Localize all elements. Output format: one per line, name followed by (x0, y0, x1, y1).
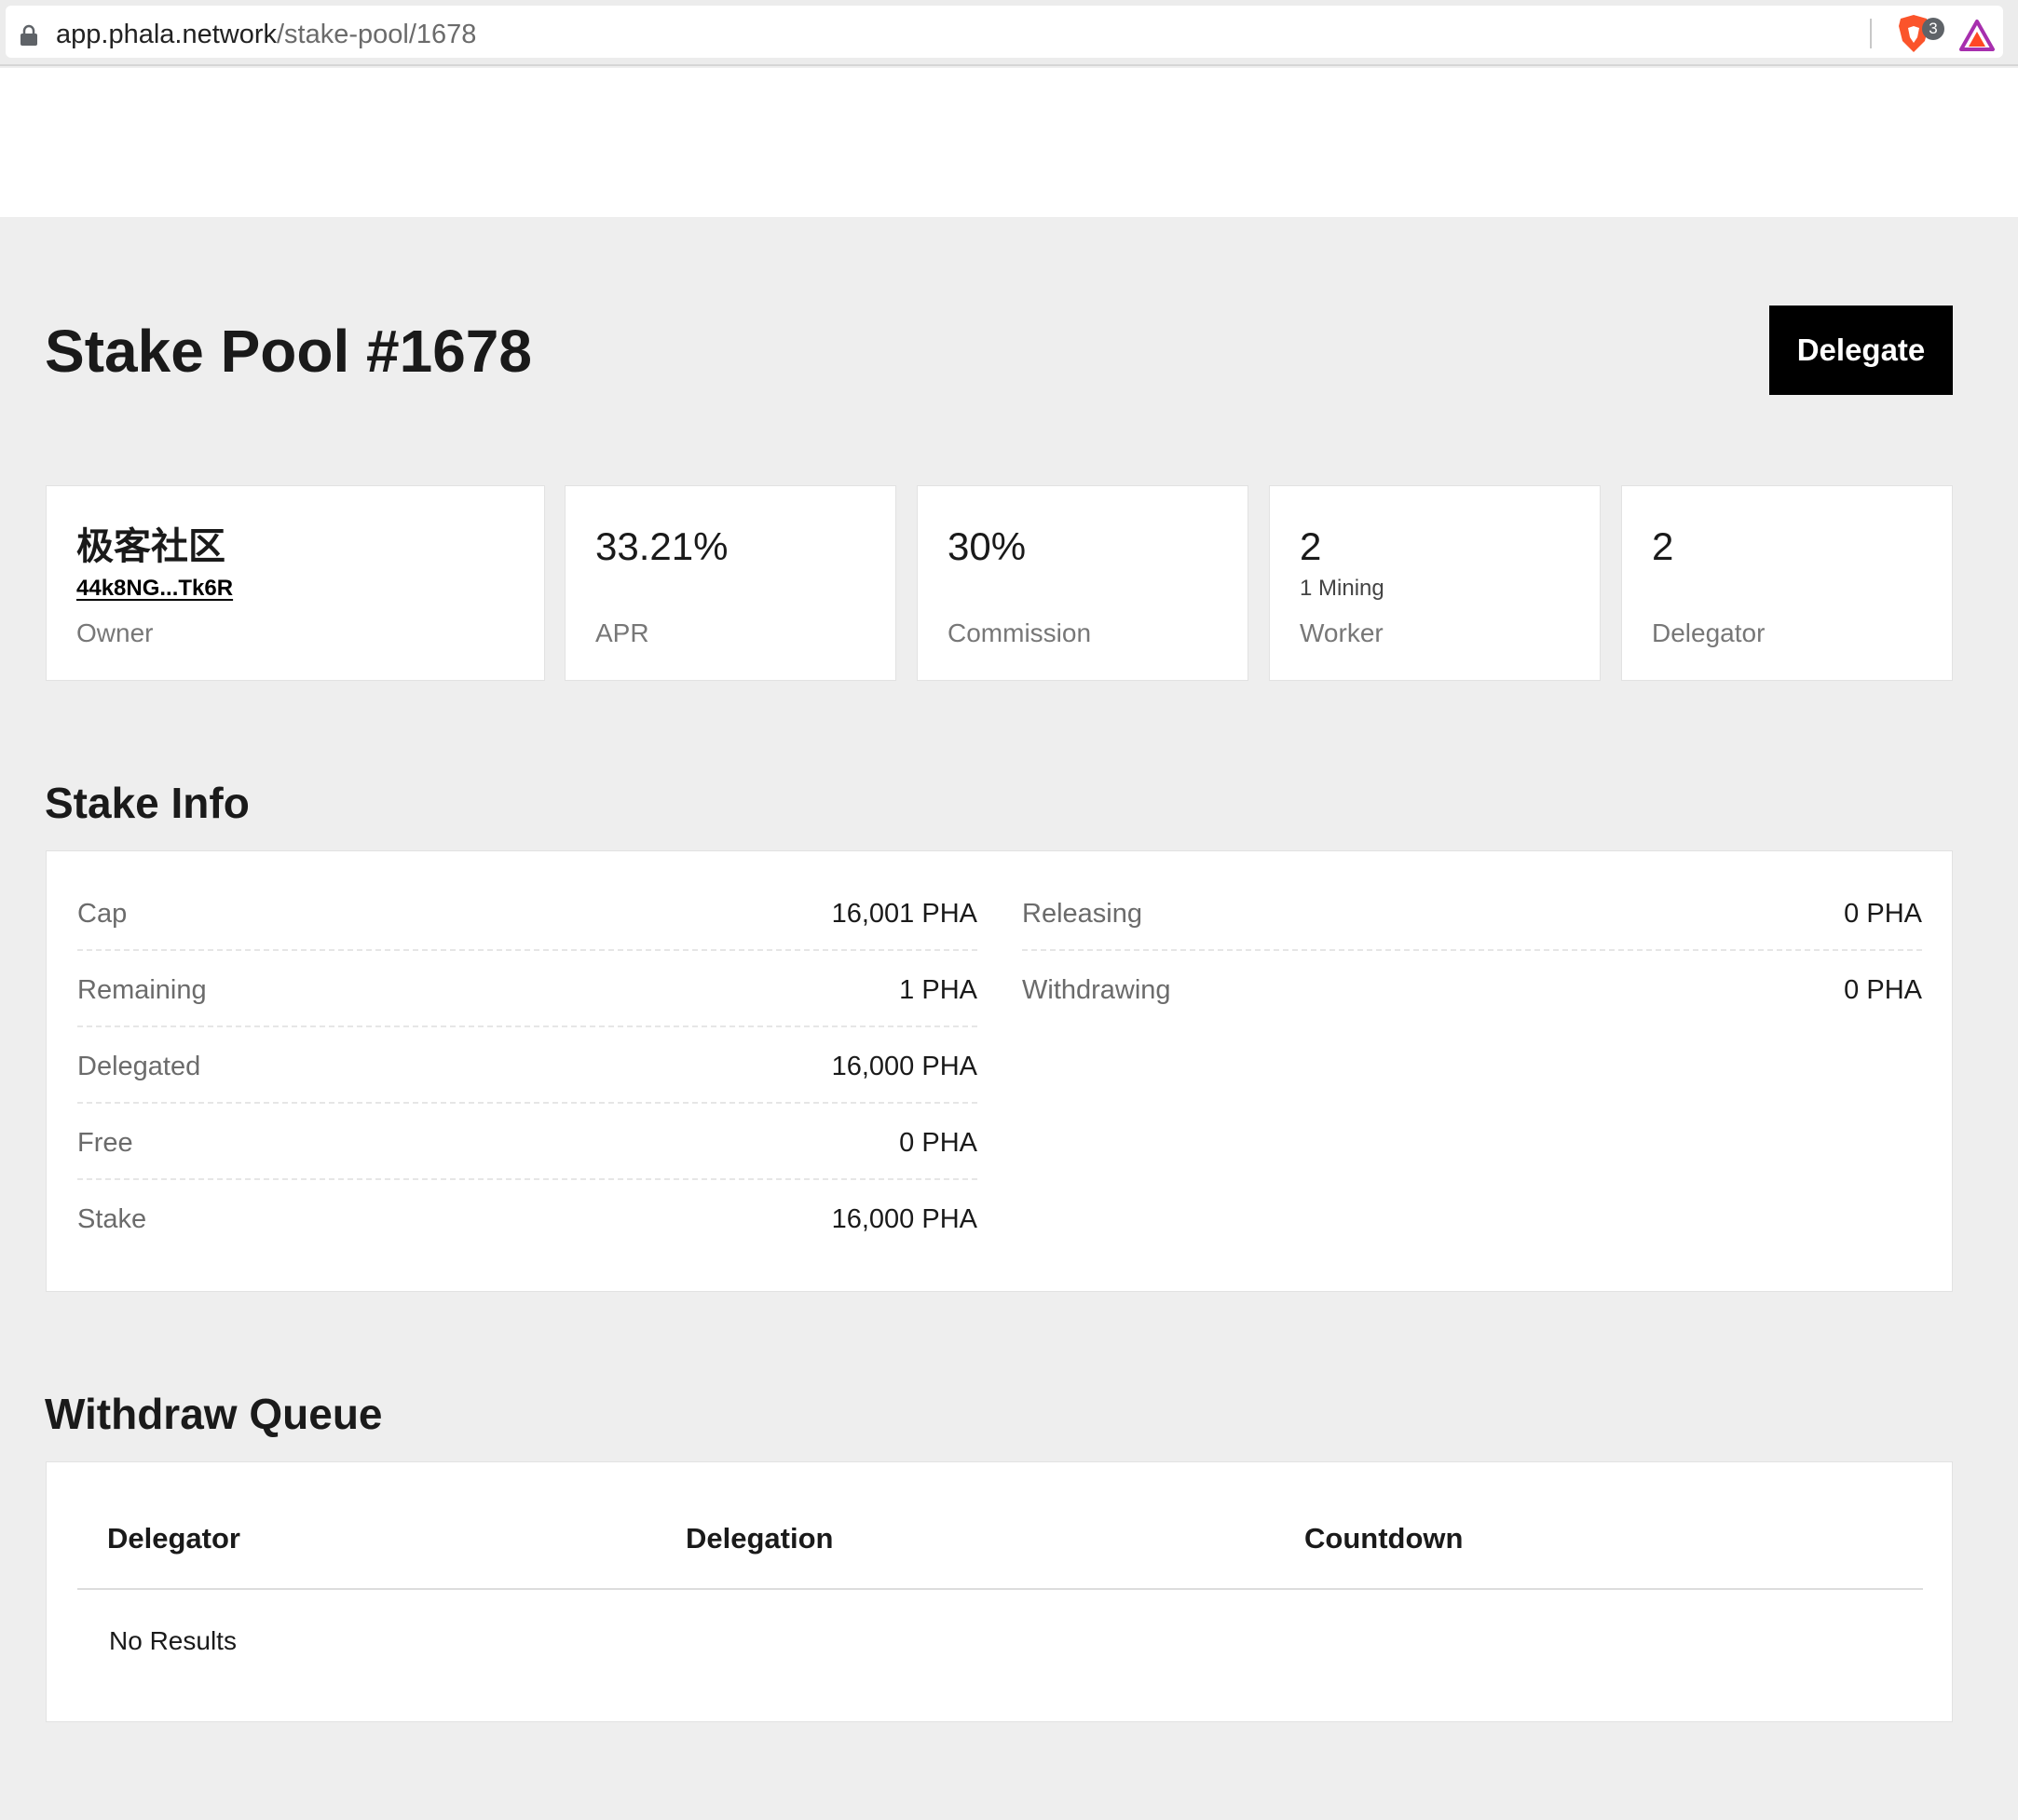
brave-rewards-icon[interactable] (1958, 19, 1996, 52)
apr-value: 33.21% (595, 524, 729, 568)
commission-card: 30% Commission (917, 485, 1248, 681)
stake-info-row: Withdrawing 0 PHA (1022, 951, 1922, 1027)
owner-name: 极客社区 (76, 525, 225, 568)
commission-value: 30% (948, 524, 1027, 568)
stake-info-left-column: Cap 16,001 PHA Remaining 1 PHA Delegated… (77, 875, 977, 1256)
stake-info-right-column: Releasing 0 PHA Withdrawing 0 PHA (1022, 875, 1922, 1027)
stake-info-value: 0 PHA (899, 1128, 977, 1158)
url-divider (1870, 19, 1872, 48)
column-header-delegator[interactable]: Delegator (107, 1522, 240, 1555)
stake-info-value: 16,000 PHA (831, 1204, 977, 1234)
stake-info-row: Delegated 16,000 PHA (77, 1027, 977, 1104)
empty-state-text: No Results (109, 1626, 237, 1655)
url-path: /stake-pool/1678 (277, 20, 477, 49)
worker-value: 2 (1300, 524, 1322, 568)
worker-label: Worker (1300, 618, 1384, 647)
url-host: app.phala.network (56, 20, 277, 49)
stake-info-title: Stake Info (45, 779, 250, 827)
stake-info-key: Remaining (77, 975, 207, 1005)
stake-info-key: Cap (77, 899, 128, 929)
stake-info-key: Delegated (77, 1052, 201, 1081)
stake-info-row: Remaining 1 PHA (77, 951, 977, 1027)
commission-label: Commission (948, 618, 1092, 647)
column-header-delegation[interactable]: Delegation (686, 1522, 833, 1555)
address-bar[interactable]: app.phala.network/stake-pool/1678 3 (6, 6, 2003, 58)
url-text: app.phala.network/stake-pool/1678 (56, 19, 476, 50)
owner-label: Owner (76, 618, 154, 647)
table-header: Delegator Delegation Countdown (77, 1462, 1923, 1590)
apr-label: APR (595, 618, 649, 647)
apr-card: 33.21% APR (565, 485, 896, 681)
owner-address-link[interactable]: 44k8NG...Tk6R (76, 575, 233, 603)
stake-info-value: 16,001 PHA (831, 899, 977, 929)
stake-info-row: Stake 16,000 PHA (77, 1180, 977, 1256)
stake-info-value: 16,000 PHA (831, 1052, 977, 1081)
stake-info-key: Free (77, 1128, 133, 1158)
stake-info-row: Releasing 0 PHA (1022, 875, 1922, 951)
stake-info-key: Withdrawing (1022, 975, 1171, 1005)
delegator-label: Delegator (1652, 618, 1766, 647)
shields-count-badge: 3 (1922, 18, 1944, 40)
withdraw-queue-title: Withdraw Queue (45, 1390, 383, 1438)
worker-card: 2 1 Mining Worker (1269, 485, 1601, 681)
stake-info-key: Releasing (1022, 899, 1142, 929)
stake-info-value: 1 PHA (899, 975, 977, 1005)
lock-icon (20, 24, 37, 46)
stake-info-key: Stake (77, 1204, 147, 1234)
app-header (0, 68, 2018, 217)
stake-info-row: Cap 16,001 PHA (77, 875, 977, 951)
worker-mining-count: 1 Mining (1300, 576, 1384, 601)
page-title: Stake Pool #1678 (45, 318, 532, 385)
delegate-button[interactable]: Delegate (1769, 306, 1953, 395)
owner-card: 极客社区 44k8NG...Tk6R Owner (46, 485, 545, 681)
stake-info-value: 0 PHA (1844, 899, 1922, 929)
stake-info-row: Free 0 PHA (77, 1104, 977, 1180)
delegator-value: 2 (1652, 524, 1674, 568)
delegator-card: 2 Delegator (1621, 485, 1953, 681)
browser-toolbar: app.phala.network/stake-pool/1678 3 (0, 0, 2018, 66)
stake-info-value: 0 PHA (1844, 975, 1922, 1005)
column-header-countdown[interactable]: Countdown (1304, 1522, 1463, 1555)
stake-info-panel: Cap 16,001 PHA Remaining 1 PHA Delegated… (46, 850, 1953, 1292)
withdraw-queue-table: Delegator Delegation Countdown No Result… (46, 1461, 1953, 1722)
